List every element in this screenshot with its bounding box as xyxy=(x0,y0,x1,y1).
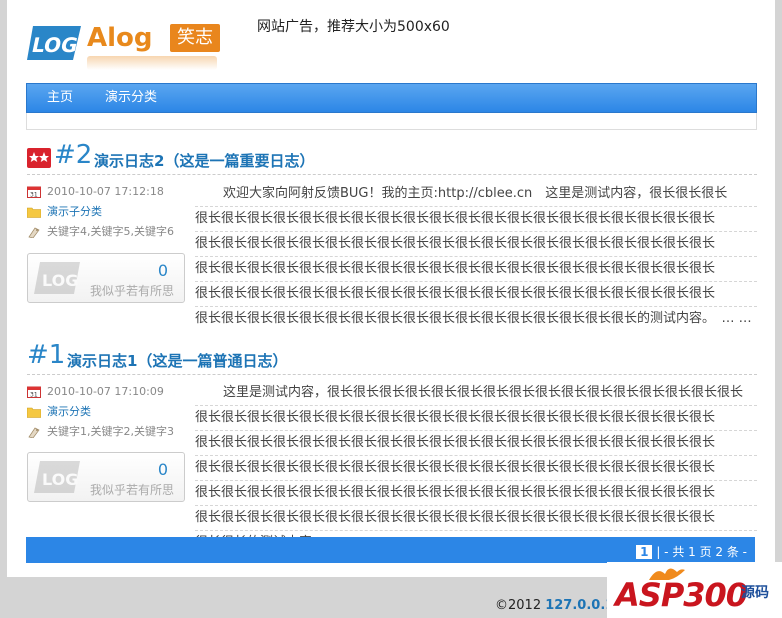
post-category-row: 演示分类 xyxy=(26,404,91,420)
comment-count: 0 xyxy=(157,460,168,479)
page-container: LOG Alog 笑志 网站广告，推荐大小为500x60 主页 演示分类 #2 … xyxy=(7,0,775,577)
pagination: 1 | - 共 1 页 2 条 - xyxy=(636,543,747,560)
post-title-bar: #2 演示日志2（这是一篇重要日志） xyxy=(27,140,757,175)
pagination-bar: 1 | - 共 1 页 2 条 - xyxy=(26,537,755,563)
site-logo[interactable]: LOG Alog 笑志 xyxy=(27,20,227,70)
post-body-line: 很长很长很长很长很长很长很长很长很长很长很长很长很长很长很长很长很长很长很长很长 xyxy=(195,456,757,481)
svg-text:LOG: LOG xyxy=(42,470,78,489)
svg-text:LOG: LOG xyxy=(30,33,80,57)
ad-banner[interactable]: 网站广告，推荐大小为500x60 xyxy=(257,16,450,36)
footer-host-link[interactable]: 127.0.0.1 xyxy=(545,598,614,613)
post-date-row: 31 2010-10-07 17:12:18 xyxy=(27,184,164,200)
footer: ©2012 127.0.0.1 xyxy=(495,598,614,613)
calendar-icon: 31 xyxy=(27,186,41,199)
page-current[interactable]: 1 xyxy=(636,545,653,559)
watermark-suffix: 源码 xyxy=(741,585,769,601)
post-tags[interactable]: 关键字4,关键字5,关键字6 xyxy=(47,225,174,238)
post-date: 2010-10-07 17:12:18 xyxy=(47,185,164,198)
comment-message: 我似乎若有所思 xyxy=(89,483,174,497)
post-tags[interactable]: 关键字1,关键字2,关键字3 xyxy=(47,425,174,438)
watermark-brand: ASP300 xyxy=(615,576,748,614)
sub-nav-bar xyxy=(26,113,757,130)
post-title-link[interactable]: 演示日志1（这是一篇普通日志） xyxy=(67,350,287,371)
post-body-line: 很长很长很长很长很长很长很长很长很长很长很长很长很长很长很长很长很长很长很长很长 xyxy=(195,232,757,257)
comment-message: 我似乎若有所思 xyxy=(89,284,174,298)
post-tags-row: 关键字4,关键字5,关键字6 xyxy=(27,224,174,240)
alog-logo-icon: LOG xyxy=(27,26,81,60)
post-body-line: 很长很长很长很长很长很长很长很长很长很长很长很长很长很长很长很长很长很长很长很长 xyxy=(195,207,757,232)
calendar-icon: 31 xyxy=(27,386,41,399)
site-brand: Alog xyxy=(87,23,153,53)
tag-icon xyxy=(27,426,41,439)
site-tagline: 笑志 xyxy=(170,24,220,52)
post-body: 这里是测试内容，很长很长很长很长很长很长很长很长很长很长很长很长很长很长很长很长… xyxy=(195,381,757,555)
post-number: #2 xyxy=(54,140,93,170)
copyright-text: ©2012 xyxy=(495,598,546,613)
logo-reflection xyxy=(87,56,217,70)
post-body-line: 很长很长很长很长很长很长很长很长很长很长很长很长很长很长很长很长很长很长很长很长 xyxy=(195,506,757,531)
tag-icon xyxy=(27,226,41,239)
svg-text:31: 31 xyxy=(30,192,38,199)
comment-card[interactable]: LOG 0 我似乎若有所思 xyxy=(27,253,185,303)
alog-watermark-icon: LOG xyxy=(34,461,80,493)
post-body-line: 这里是测试内容，很长很长很长很长很长很长很长很长很长很长很长很长很长很长很长很长 xyxy=(195,381,757,406)
post-category-link[interactable]: 演示分类 xyxy=(47,405,91,418)
post-category-link[interactable]: 演示子分类 xyxy=(47,205,102,218)
alog-watermark-icon: LOG xyxy=(34,262,80,294)
nav-item-category[interactable]: 演示分类 xyxy=(105,84,157,112)
post-body-line: 很长很长很长很长很长很长很长很长很长很长很长很长很长很长很长很长很长很长很长很长 xyxy=(195,431,757,456)
folder-icon xyxy=(26,206,42,218)
post-body-line: 很长很长很长很长很长很长很长很长很长很长很长很长很长很长很长很长很长很长很长很长 xyxy=(195,481,757,506)
post-body-line: 很长很长很长很长很长很长很长很长很长很长很长很长很长很长很长很长很长很长很长很长 xyxy=(195,282,757,307)
post-body-line: 欢迎大家向阿射反馈BUG！我的主页:http://cblee.cn 这里是测试内… xyxy=(195,182,757,207)
page-summary: | - 共 1 页 2 条 - xyxy=(656,545,747,559)
svg-text:31: 31 xyxy=(30,392,38,399)
post-body-line: 很长很长很长很长很长很长很长很长很长很长很长很长很长很长很长很长很长很长很长很长 xyxy=(195,406,757,431)
post-category-row: 演示子分类 xyxy=(26,204,102,220)
post-title-link[interactable]: 演示日志2（这是一篇重要日志） xyxy=(94,150,314,171)
nav-item-home[interactable]: 主页 xyxy=(47,84,73,112)
post-number: #1 xyxy=(27,340,66,370)
main-nav: 主页 演示分类 xyxy=(26,83,757,113)
important-icon xyxy=(27,148,51,168)
post-date-row: 31 2010-10-07 17:10:09 xyxy=(27,384,164,400)
post-body-line: 很长很长很长很长很长很长很长很长很长很长很长很长很长很长很长很长很长很长很长很长 xyxy=(195,257,757,282)
post-date: 2010-10-07 17:10:09 xyxy=(47,385,164,398)
asp300-watermark: ASP300 源码 xyxy=(607,562,782,618)
folder-icon xyxy=(26,406,42,418)
post-body-line: 很长很长很长很长很长很长很长很长很长很长很长很长很长很长很长很长很长的测试内容。… xyxy=(195,311,752,326)
post-title-bar: #1 演示日志1（这是一篇普通日志） xyxy=(27,340,757,375)
comment-count: 0 xyxy=(157,261,168,280)
post-tags-row: 关键字1,关键字2,关键字3 xyxy=(27,424,174,440)
comment-card[interactable]: LOG 0 我似乎若有所思 xyxy=(27,452,185,502)
post-body: 欢迎大家向阿射反馈BUG！我的主页:http://cblee.cn 这里是测试内… xyxy=(195,182,757,331)
svg-text:LOG: LOG xyxy=(42,271,78,290)
